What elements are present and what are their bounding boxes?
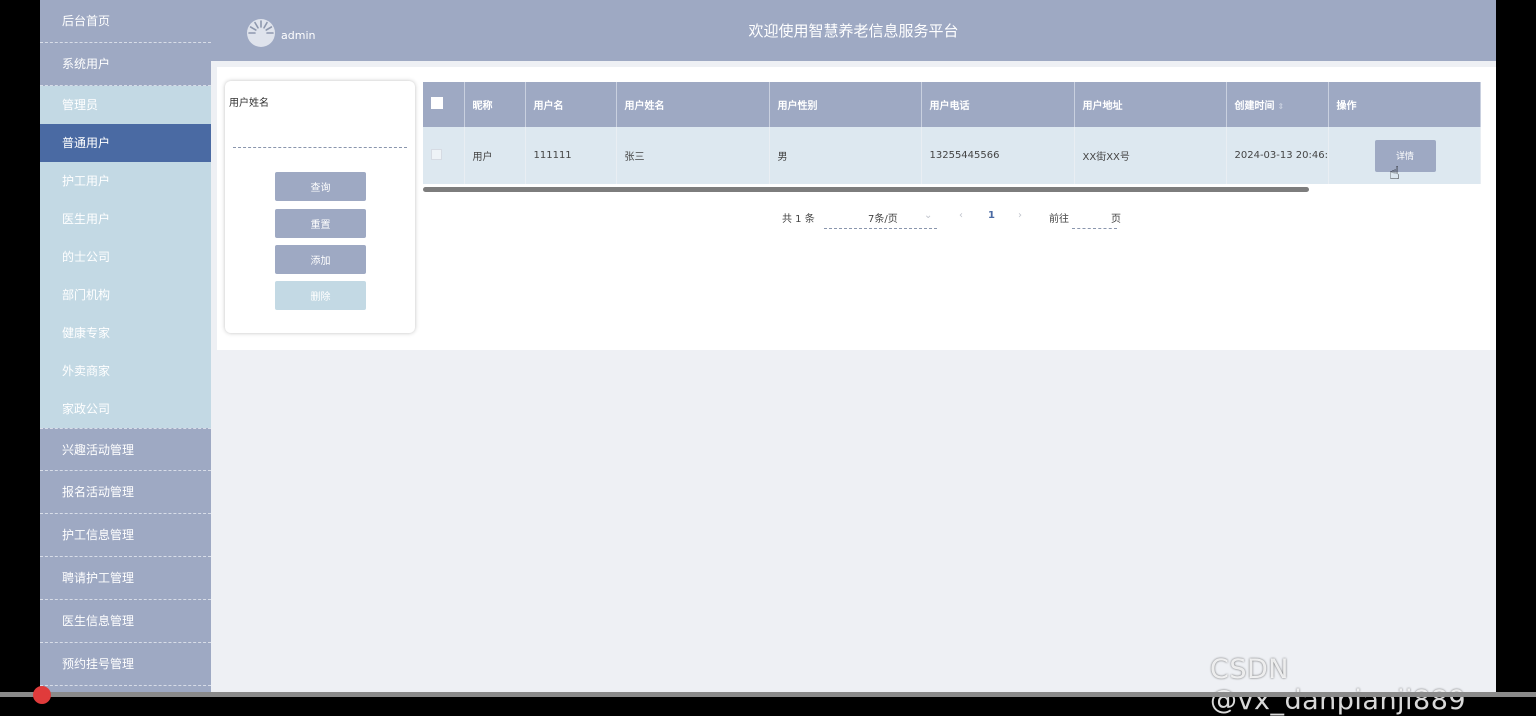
column-header-phone: 用户电话 [921, 82, 1075, 127]
detail-button[interactable]: 详情 [1374, 139, 1436, 172]
sidebar-item-health-expert[interactable]: 健康专家 [40, 314, 211, 352]
page-unit-label: 页 [1111, 214, 1121, 225]
prev-page-icon[interactable]: ‹ [959, 210, 963, 221]
hand-cursor-icon: ☝ [1389, 163, 1400, 184]
cell-created: 2024-03-13 20:46:3 [1226, 127, 1329, 184]
column-header-name: 用户姓名 [616, 82, 770, 127]
column-header-action: 操作 [1328, 82, 1481, 127]
next-page-icon[interactable]: › [1018, 210, 1022, 221]
name-search-input[interactable] [233, 129, 407, 148]
bottom-progress-bar [0, 692, 1536, 697]
sidebar-item-doctor-user[interactable]: 医生用户 [40, 200, 211, 238]
cell-phone: 13255445566 [921, 127, 1075, 184]
header: admin 欢迎使用智慧养老信息服务平台 [211, 0, 1496, 61]
page-title: 欢迎使用智慧养老信息服务平台 [748, 22, 959, 40]
sidebar-item-department[interactable]: 部门机构 [40, 276, 211, 314]
select-all-checkbox[interactable] [431, 97, 443, 109]
table-header-row: 昵称 用户名 用户姓名 用户性别 用户电话 用户地址 创建时间 ⇕ 操作 [423, 82, 1481, 127]
row-checkbox[interactable] [431, 148, 442, 160]
select-all-cell[interactable] [423, 82, 465, 127]
search-panel: 用户姓名 查询 重置 添加 删除 [225, 81, 415, 333]
add-button[interactable]: 添加 [275, 245, 366, 274]
query-button[interactable]: 查询 [275, 172, 366, 201]
sidebar-item-appointment[interactable]: 预约挂号管理 [40, 643, 211, 686]
page-number-current[interactable]: 1 [988, 210, 995, 221]
sidebar: 后台首页 系统用户 管理员 普通用户 护工用户 医生用户 的士公司 部门机构 健… [40, 0, 211, 697]
reset-button[interactable]: 重置 [275, 209, 366, 238]
horizontal-scrollbar[interactable] [423, 187, 1309, 192]
sidebar-item-taxi-company[interactable]: 的士公司 [40, 238, 211, 276]
sidebar-item-admin[interactable]: 管理员 [40, 86, 211, 124]
goto-label: 前往 [1049, 214, 1069, 225]
sidebar-item-housekeeping[interactable]: 家政公司 [40, 390, 211, 428]
row-select-cell[interactable] [423, 127, 465, 184]
chevron-down-icon: ⌄ [924, 210, 933, 221]
cell-nickname: 用户 [464, 127, 526, 184]
cell-action: 详情 [1328, 127, 1481, 184]
column-header-created-label: 创建时间 [1234, 101, 1275, 112]
delete-button[interactable]: 删除 [275, 281, 366, 310]
cell-name: 张三 [616, 127, 770, 184]
app-window: 后台首页 系统用户 管理员 普通用户 护工用户 医生用户 的士公司 部门机构 健… [40, 0, 1496, 697]
main-content: 用户姓名 查询 重置 添加 删除 昵称 用户名 用户姓名 用户性别 用户电话 用… [217, 67, 1496, 350]
sidebar-item-doctor-info[interactable]: 医生信息管理 [40, 600, 211, 643]
column-header-created[interactable]: 创建时间 ⇕ [1226, 82, 1329, 127]
sidebar-item-activity-signup[interactable]: 报名活动管理 [40, 471, 211, 514]
page-size-select[interactable]: 7条/页 ⌄ [824, 210, 937, 229]
watermark-text: CSDN @vx_danpianji889 [1210, 654, 1467, 716]
sidebar-item-hire-caregiver[interactable]: 聘请护工管理 [40, 557, 211, 600]
search-label: 用户姓名 [229, 98, 269, 109]
sidebar-item-home[interactable]: 后台首页 [40, 0, 211, 43]
column-header-username: 用户名 [525, 82, 617, 127]
cell-gender: 男 [769, 127, 922, 184]
record-dot-icon [33, 686, 51, 704]
column-header-nickname: 昵称 [464, 82, 526, 127]
column-header-gender: 用户性别 [769, 82, 922, 127]
sidebar-item-system-users[interactable]: 系统用户 [40, 43, 211, 86]
cell-address: XX街XX号 [1074, 127, 1227, 184]
table-row: 用户 111111 张三 男 13255445566 XX街XX号 2024-0… [423, 127, 1481, 184]
sidebar-item-caregiver-user[interactable]: 护工用户 [40, 162, 211, 200]
user-table: 昵称 用户名 用户姓名 用户性别 用户电话 用户地址 创建时间⇕ 操作 用户 [423, 82, 1481, 193]
sidebar-item-caregiver-info[interactable]: 护工信息管理 [40, 514, 211, 557]
cell-username: 111111 [525, 127, 617, 184]
total-count: 共 1 条 [782, 214, 815, 225]
page-size-value: 7条/页 [868, 214, 898, 225]
sort-icon[interactable]: ⇕ [1278, 102, 1285, 111]
sidebar-item-interest-activity[interactable]: 兴趣活动管理 [40, 428, 211, 471]
sidebar-item-takeout-merchant[interactable]: 外卖商家 [40, 352, 211, 390]
sidebar-submenu: 管理员 普通用户 护工用户 医生用户 的士公司 部门机构 健康专家 外卖商家 家… [40, 86, 211, 428]
column-header-address: 用户地址 [1074, 82, 1227, 127]
sidebar-item-normal-user[interactable]: 普通用户 [40, 124, 211, 162]
